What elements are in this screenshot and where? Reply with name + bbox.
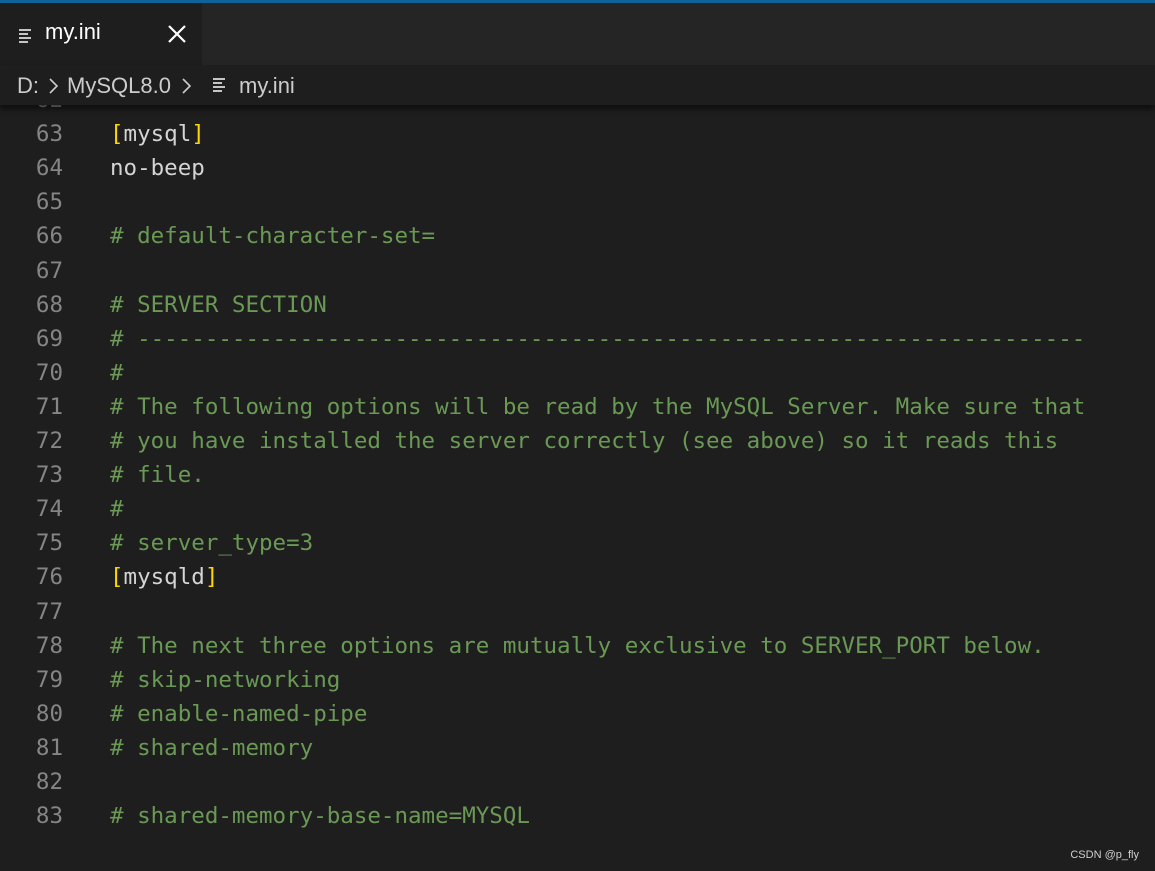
line-code: # --------------------------------------… bbox=[110, 322, 1085, 356]
file-text-icon bbox=[19, 29, 31, 43]
code-line[interactable]: 70 # bbox=[0, 356, 1155, 390]
line-code: # The next three options are mutually ex… bbox=[110, 629, 1045, 663]
line-number: 69 bbox=[35, 325, 63, 352]
breadcrumb-file[interactable]: my.ini bbox=[239, 73, 295, 99]
code-token: # --------------------------------------… bbox=[110, 325, 1086, 352]
code-token: # SERVER SECTION bbox=[110, 291, 327, 318]
line-number: 72 bbox=[35, 428, 63, 454]
code-token: # default-character-set= bbox=[110, 223, 436, 250]
code-token: no-beep bbox=[110, 155, 205, 182]
code-token: ] bbox=[204, 564, 219, 591]
line-number: 73 bbox=[35, 462, 63, 489]
code-line[interactable]: 66 # default-character-set= bbox=[0, 219, 1155, 253]
line-number: 75 bbox=[35, 530, 63, 557]
chevron-right-icon bbox=[49, 78, 59, 94]
line-number: 68 bbox=[35, 291, 63, 318]
line-code: # skip-networking bbox=[110, 663, 340, 697]
line-number: 70 bbox=[35, 359, 63, 386]
line-number: 74 bbox=[35, 496, 63, 523]
tab-my-ini[interactable]: my.ini bbox=[0, 3, 202, 65]
line-code: # SERVER SECTION bbox=[110, 288, 327, 322]
code-token: # bbox=[110, 496, 124, 523]
line-code: # The following options will be read by … bbox=[110, 390, 1085, 424]
line-code: # bbox=[110, 492, 124, 526]
code-token: ] bbox=[191, 121, 205, 148]
line-number: 71 bbox=[35, 393, 63, 420]
line-number: 65 bbox=[35, 189, 63, 216]
breadcrumb: D: MySQL8.0 my.ini bbox=[0, 65, 1155, 105]
code-line[interactable]: 81 # shared-memory bbox=[0, 731, 1155, 765]
code-line[interactable]: 82 bbox=[0, 765, 1155, 799]
code-token: # server_type=3 bbox=[110, 530, 314, 557]
line-number: 78 bbox=[35, 632, 63, 659]
code-token: # you have installed the server correctl… bbox=[110, 428, 1059, 454]
line-code: # server_type=3 bbox=[110, 526, 313, 560]
line-number: 66 bbox=[35, 223, 63, 250]
code-token: [ bbox=[110, 121, 124, 148]
line-code: # bbox=[110, 356, 124, 390]
line-code: # you have installed the server correctl… bbox=[110, 424, 1058, 458]
code-line[interactable]: 77 bbox=[0, 595, 1155, 629]
code-token: mysql bbox=[123, 121, 192, 148]
line-number: 79 bbox=[35, 666, 63, 693]
line-number: 63 bbox=[35, 121, 63, 148]
line-number: 80 bbox=[35, 700, 63, 727]
line-code: # file. bbox=[110, 458, 205, 492]
line-number: 76 bbox=[35, 564, 63, 591]
tab-bar: my.ini bbox=[0, 3, 1155, 65]
breadcrumb-folder[interactable]: MySQL8.0 bbox=[67, 73, 171, 99]
code-line[interactable]: 69 # ------------------------------------… bbox=[0, 322, 1155, 356]
code-line[interactable]: 76 [mysqld] bbox=[0, 560, 1155, 594]
line-code: # shared-memory bbox=[110, 731, 313, 765]
line-code: [mysqld] bbox=[110, 560, 218, 594]
code-token: mysqld bbox=[123, 564, 205, 591]
line-code: [mysql] bbox=[110, 117, 205, 151]
chevron-right-icon bbox=[182, 78, 192, 94]
code-token: [ bbox=[110, 564, 124, 591]
line-code: no-beep bbox=[110, 151, 205, 185]
code-token: # bbox=[110, 359, 124, 386]
line-code: # default-character-set= bbox=[110, 219, 435, 253]
line-number: 64 bbox=[35, 155, 63, 182]
code-token: # The following options will be read by … bbox=[110, 393, 1086, 420]
code-line[interactable]: 64 no-beep bbox=[0, 151, 1155, 185]
code-line[interactable]: 83 # shared-memory-base-name=MYSQL bbox=[0, 799, 1155, 833]
line-number: 67 bbox=[35, 257, 63, 284]
code-token: # shared-memory-base-name=MYSQL bbox=[110, 803, 530, 830]
code-line[interactable]: 72 # you have installed the server correc… bbox=[0, 424, 1155, 458]
line-number: 82 bbox=[35, 769, 63, 795]
code-line[interactable]: 73 # file. bbox=[0, 458, 1155, 492]
code-token: # skip-networking bbox=[110, 666, 341, 693]
watermark: CSDN @p_fly bbox=[1070, 849, 1139, 861]
code-token: # The next three options are mutually ex… bbox=[110, 632, 1045, 659]
breadcrumb-drive[interactable]: D: bbox=[17, 73, 39, 99]
code-line[interactable]: 74 # bbox=[0, 492, 1155, 526]
file-text-icon bbox=[213, 78, 225, 92]
line-number: 81 bbox=[35, 734, 63, 761]
tab-label: my.ini bbox=[45, 19, 101, 44]
code-token: # enable-named-pipe bbox=[110, 700, 368, 727]
line-number: 77 bbox=[35, 598, 63, 625]
code-line[interactable]: 80 # enable-named-pipe bbox=[0, 697, 1155, 731]
code-token: # shared-memory bbox=[110, 734, 314, 761]
line-number: 83 bbox=[35, 803, 63, 830]
code-line[interactable]: 71 # The following options will be read b… bbox=[0, 390, 1155, 424]
code-line[interactable]: 68 # SERVER SECTION bbox=[0, 288, 1155, 322]
close-icon[interactable] bbox=[166, 23, 188, 45]
line-code: # shared-memory-base-name=MYSQL bbox=[110, 799, 530, 833]
code-line[interactable]: 63 [mysql] bbox=[0, 117, 1155, 151]
line-code: # enable-named-pipe bbox=[110, 697, 367, 731]
code-line[interactable]: 79 # skip-networking bbox=[0, 663, 1155, 697]
code-editor[interactable]: 61port=33066263[mysql]64no-beep6566# def… bbox=[0, 65, 1155, 871]
code-line[interactable]: 78 # The next three options are mutually … bbox=[0, 629, 1155, 663]
code-line[interactable]: 67 bbox=[0, 254, 1155, 288]
code-token: # file. bbox=[110, 462, 205, 489]
code-line[interactable]: 75 # server_type=3 bbox=[0, 526, 1155, 560]
code-line[interactable]: 65 bbox=[0, 185, 1155, 219]
